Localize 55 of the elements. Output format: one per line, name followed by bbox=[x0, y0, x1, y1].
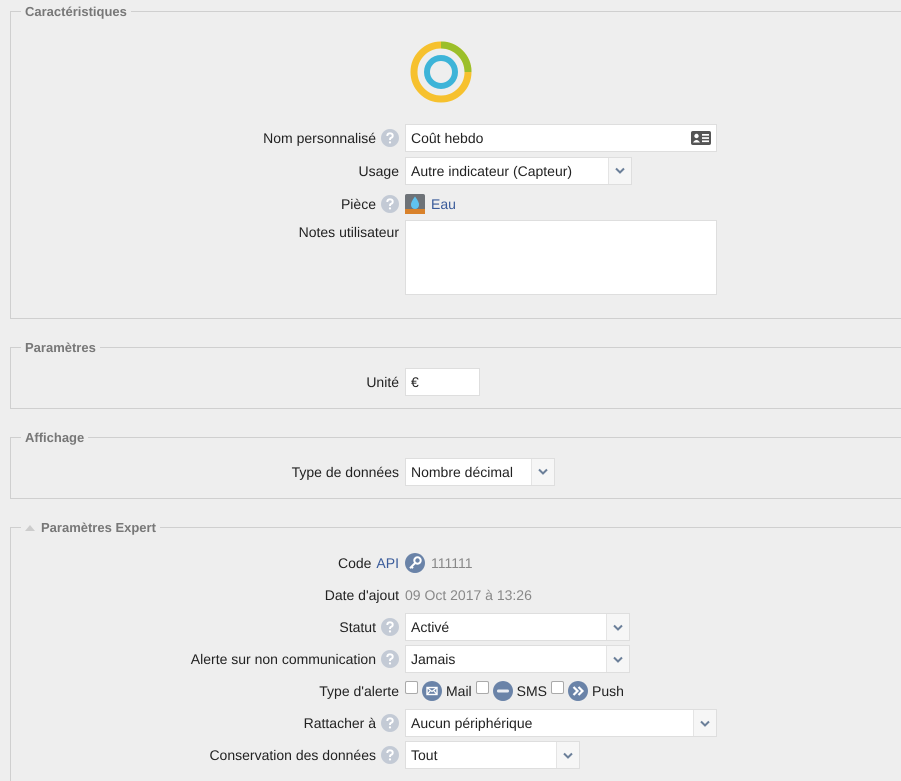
option-label: Push bbox=[592, 683, 624, 699]
dropdown[interactable]: Nombre décimal bbox=[405, 458, 555, 486]
mail-icon bbox=[422, 681, 442, 701]
section-title: Affichage bbox=[25, 430, 84, 445]
section-title: Paramètres bbox=[25, 340, 96, 355]
checkbox[interactable] bbox=[551, 680, 564, 694]
chevron-down-icon bbox=[615, 167, 625, 174]
field-label: Unité bbox=[366, 374, 399, 390]
help-icon[interactable] bbox=[381, 714, 399, 732]
dropdown[interactable]: Tout bbox=[405, 741, 580, 769]
chevron-down-icon bbox=[613, 624, 623, 630]
collapse-icon[interactable] bbox=[25, 524, 35, 530]
section-title[interactable]: Paramètres Expert bbox=[41, 520, 156, 535]
help-icon[interactable] bbox=[381, 618, 399, 636]
field-label: Nom personnalisé bbox=[263, 130, 376, 146]
date-value: 09 Oct 2017 à 13:26 bbox=[405, 587, 533, 603]
text-field[interactable]: € bbox=[405, 368, 480, 396]
field-label: Pièce bbox=[340, 196, 376, 212]
field-label: Type d'alerte bbox=[319, 683, 399, 699]
chevron-down-icon bbox=[700, 720, 710, 726]
dropdown[interactable]: Activé bbox=[405, 613, 630, 641]
field-label: Type de données bbox=[292, 464, 399, 480]
room-link[interactable]: Eau bbox=[431, 196, 456, 212]
contact-card-icon[interactable] bbox=[691, 130, 711, 144]
ring-logo-icon bbox=[410, 41, 472, 103]
field-label: Date d'ajout bbox=[324, 587, 399, 603]
double-chevron-icon bbox=[568, 681, 588, 701]
field-label: Notes utilisateur bbox=[298, 224, 399, 240]
checkbox[interactable] bbox=[476, 680, 489, 694]
dropdown[interactable]: Autre indicateur (Capteur) bbox=[405, 156, 632, 184]
field-label: Usage bbox=[358, 162, 399, 178]
section-title: Caractéristiques bbox=[25, 4, 127, 19]
chevron-down-icon bbox=[538, 468, 548, 475]
help-icon[interactable] bbox=[381, 650, 399, 668]
chevron-down-icon bbox=[613, 656, 623, 662]
dropdown[interactable]: Jamais bbox=[405, 645, 630, 673]
checkbox[interactable] bbox=[405, 680, 418, 694]
key-icon bbox=[405, 553, 425, 573]
field-label: Code bbox=[338, 555, 372, 571]
api-code: 111111 bbox=[431, 555, 473, 571]
notes-field[interactable] bbox=[405, 220, 717, 295]
text-field[interactable]: Coût hebdo bbox=[405, 124, 717, 152]
field-label: Rattacher à bbox=[304, 715, 376, 731]
option-label: Mail bbox=[446, 683, 472, 699]
chevron-down-icon bbox=[563, 752, 573, 758]
field-label: Alerte sur non communication bbox=[190, 651, 376, 667]
help-icon[interactable] bbox=[381, 194, 399, 212]
option-label: SMS bbox=[516, 683, 548, 699]
help-icon[interactable] bbox=[381, 128, 399, 146]
api-link[interactable]: API bbox=[376, 555, 399, 571]
field-label: Statut bbox=[339, 619, 376, 635]
help-icon[interactable] bbox=[381, 746, 399, 764]
water-drop-icon bbox=[405, 194, 425, 214]
field-label: Conservation des données bbox=[209, 747, 376, 763]
dropdown[interactable]: Aucun périphérique bbox=[405, 709, 717, 737]
